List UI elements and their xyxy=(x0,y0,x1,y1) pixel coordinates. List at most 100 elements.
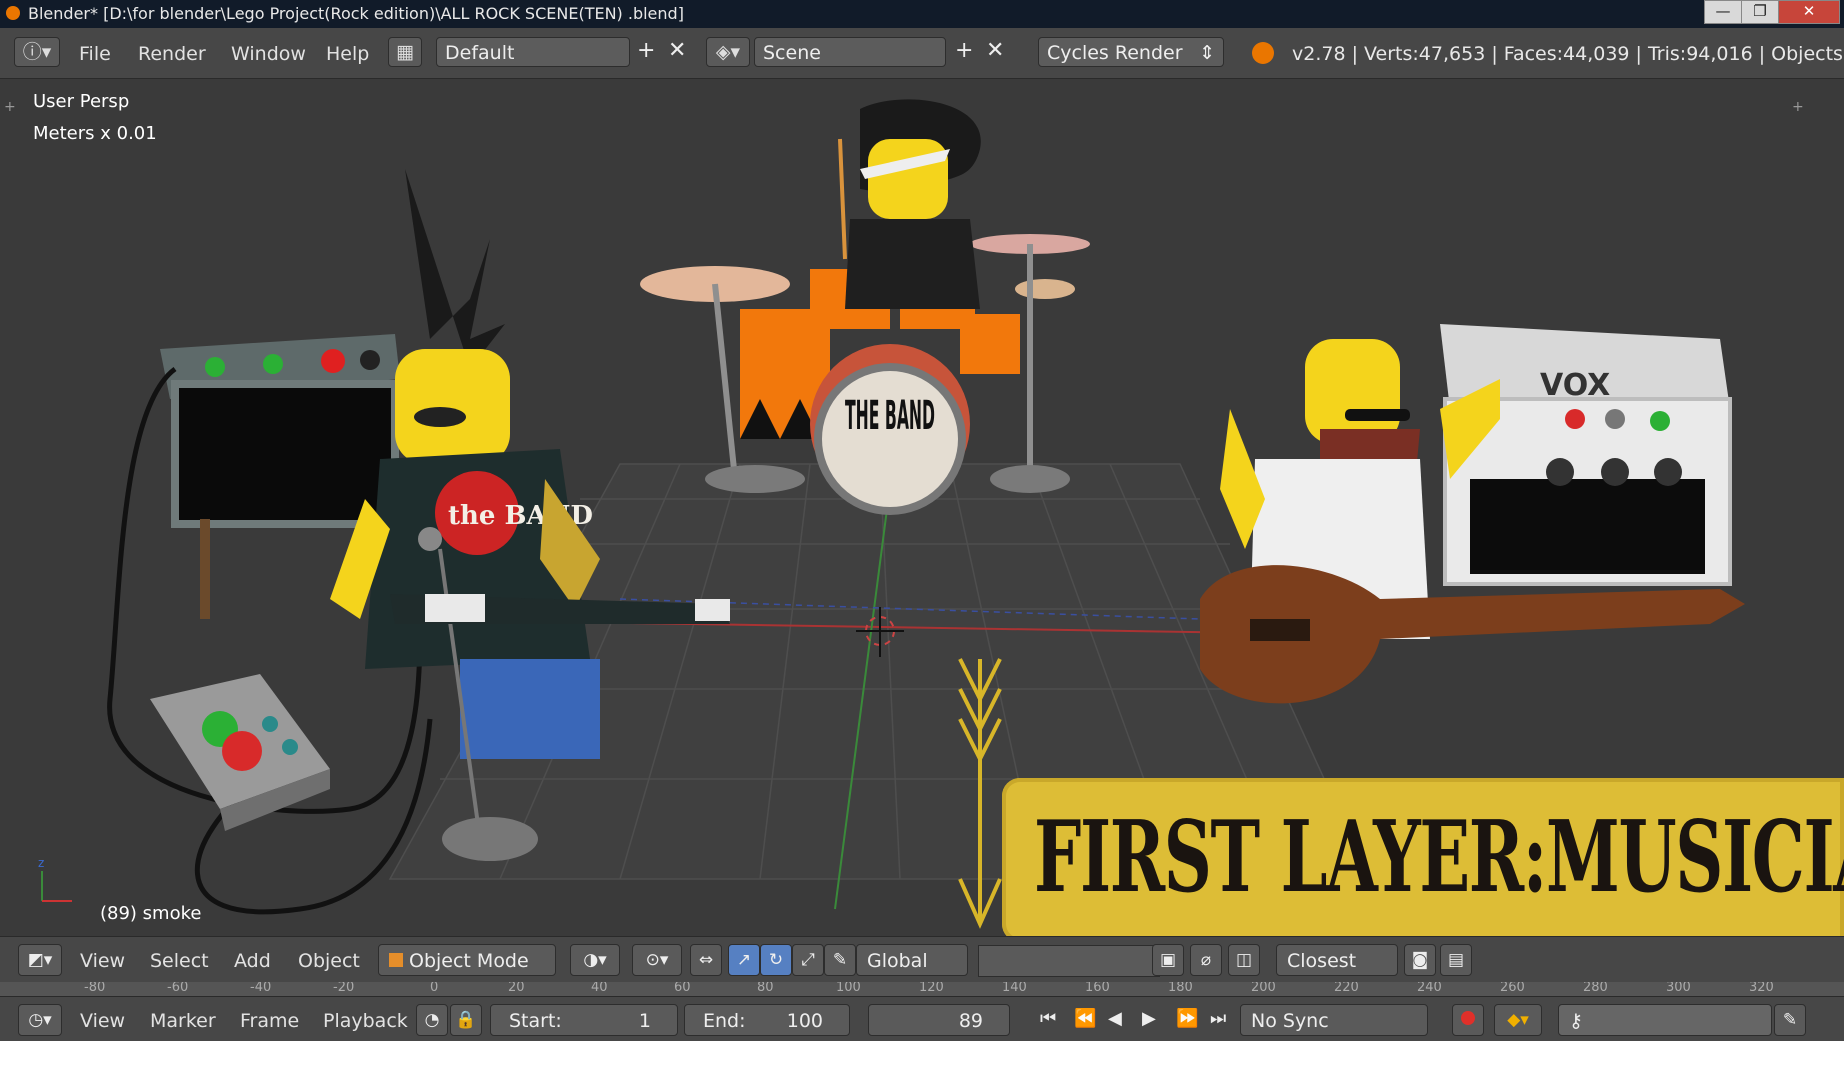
lock-range-icon[interactable]: 🔒 xyxy=(450,1004,482,1036)
object-mode-icon xyxy=(389,953,403,967)
insert-keyframe-icon[interactable]: ✎ xyxy=(1774,1004,1806,1036)
ruler-tick: 300 xyxy=(1666,982,1691,995)
start-frame-field[interactable]: Start: 1 xyxy=(490,1004,678,1036)
manipulator-toggle-icon[interactable]: ⇔ xyxy=(690,944,722,976)
screen-layout-icon[interactable]: ▦ xyxy=(388,37,422,67)
transform-icon[interactable]: ✎ xyxy=(824,944,856,976)
view-name-label: User Persp xyxy=(33,91,130,112)
mode-value: Object Mode xyxy=(409,950,529,972)
keying-set-field[interactable]: ⚷ xyxy=(1558,1004,1772,1036)
close-button[interactable]: ✕ xyxy=(1778,0,1840,24)
banner-text: FIRST LAYER:MUSICIANS xyxy=(1034,800,1844,915)
blender-logo-icon xyxy=(6,6,20,20)
editor-type-icon[interactable]: ◩▾ xyxy=(18,944,62,976)
record-icon[interactable] xyxy=(1452,1004,1484,1036)
ruler-tick: -20 xyxy=(333,982,355,995)
current-frame-value: 89 xyxy=(958,1010,983,1032)
menu-object[interactable]: Object xyxy=(298,950,360,972)
layout-field[interactable]: Default xyxy=(436,37,630,67)
end-frame-label: End: xyxy=(703,1010,746,1032)
keying-set-icon[interactable]: ◆▾ xyxy=(1494,1004,1542,1036)
menu-marker[interactable]: Marker xyxy=(150,1010,216,1032)
rotate-manipulator-icon[interactable]: ↻ xyxy=(760,944,792,976)
blender-logo-icon xyxy=(1252,42,1274,64)
add-layout-icon[interactable]: + xyxy=(637,38,655,63)
ruler-tick: 260 xyxy=(1500,982,1525,995)
svg-text:z: z xyxy=(38,856,44,870)
render-engine-value: Cycles Render xyxy=(1047,42,1183,64)
key-icon: ⚷ xyxy=(1569,1010,1583,1032)
render-camera-icon[interactable]: ◙ xyxy=(1404,944,1436,976)
jump-start-icon[interactable]: ⏮ xyxy=(1040,1008,1056,1029)
viewport-shading-icon[interactable]: ◑▾ xyxy=(570,944,620,976)
preview-range-icon[interactable]: ◔ xyxy=(416,1004,448,1036)
bass-drum-text: THE BAND xyxy=(845,393,935,439)
snap-target-dropdown[interactable]: Closest xyxy=(1276,944,1398,976)
orientation-dropdown[interactable]: Global xyxy=(856,944,968,976)
menu-view[interactable]: View xyxy=(80,1010,125,1032)
3d-viewport[interactable]: the BAND THE BAND VOX z User Persp Meter… xyxy=(0,79,1844,936)
scene-icon[interactable]: ◈▾ xyxy=(706,37,750,67)
window-titlebar: Blender* [D:\for blender\Lego Project(Ro… xyxy=(0,0,1844,28)
jump-keyframe-forward-icon[interactable]: ⏩ xyxy=(1176,1008,1198,1029)
scene-field[interactable]: Scene xyxy=(754,37,946,67)
menu-render[interactable]: Render xyxy=(138,43,206,65)
sync-dropdown[interactable]: No Sync xyxy=(1240,1004,1428,1036)
effects-pedal xyxy=(150,674,330,831)
chevron-updown-icon: ⇕ xyxy=(1199,42,1215,64)
timeline-ruler[interactable]: -80 -60 -40 -20 0 20 40 60 80 100 120 14… xyxy=(0,982,1844,996)
view3d-header: ◩▾ View Select Add Object Object Mode ◑▾… xyxy=(0,936,1844,983)
ruler-tick: 40 xyxy=(591,982,608,995)
properties-toggle-icon[interactable]: + xyxy=(1792,99,1804,115)
ruler-tick: -40 xyxy=(250,982,272,995)
amp-brand-text: VOX xyxy=(1540,368,1610,403)
jump-keyframe-back-icon[interactable]: ⏪ xyxy=(1074,1008,1096,1029)
scene-statistics: v2.78 | Verts:47,653 | Faces:44,039 | Tr… xyxy=(1292,43,1844,65)
axis-gizmo-icon: z xyxy=(38,856,72,902)
layer-lock-icon[interactable]: ▣ xyxy=(1152,944,1184,976)
minimize-button[interactable]: — xyxy=(1704,0,1742,24)
ruler-tick: 240 xyxy=(1417,982,1442,995)
current-frame-field[interactable]: 89 xyxy=(868,1004,1010,1036)
ruler-tick: 180 xyxy=(1168,982,1193,995)
start-frame-label: Start: xyxy=(509,1010,562,1032)
menu-select[interactable]: Select xyxy=(150,950,209,972)
singer-minifig: the BAND xyxy=(330,169,600,861)
scale-manipulator-icon[interactable]: ⤢ xyxy=(792,944,824,976)
end-frame-value: 100 xyxy=(786,1010,823,1032)
end-frame-field[interactable]: End: 100 xyxy=(684,1004,850,1036)
pivot-point-icon[interactable]: ⊙▾ xyxy=(632,944,682,976)
ruler-tick: 140 xyxy=(1002,982,1027,995)
add-scene-icon[interactable]: + xyxy=(955,38,973,63)
menu-view[interactable]: View xyxy=(80,950,125,972)
snap-element-icon[interactable]: ◫ xyxy=(1228,944,1260,976)
play-reverse-icon[interactable]: ◀ xyxy=(1108,1008,1122,1029)
drummer-minifig xyxy=(838,99,981,309)
menu-frame[interactable]: Frame xyxy=(240,1010,299,1032)
play-icon[interactable]: ▶ xyxy=(1142,1008,1156,1029)
start-frame-value: 1 xyxy=(638,1010,651,1032)
remove-scene-icon[interactable]: ✕ xyxy=(986,38,1004,63)
toolshelf-toggle-icon[interactable]: + xyxy=(4,99,16,115)
jump-end-icon[interactable]: ⏭ xyxy=(1210,1008,1226,1029)
ruler-tick: 80 xyxy=(757,982,774,995)
menu-help[interactable]: Help xyxy=(326,43,369,65)
remove-layout-icon[interactable]: ✕ xyxy=(668,38,686,63)
translate-manipulator-icon[interactable]: ↗ xyxy=(728,944,760,976)
ruler-tick: 320 xyxy=(1749,982,1774,995)
info-editor-type-icon[interactable]: ⓘ▾ xyxy=(14,37,60,67)
menu-window[interactable]: Window xyxy=(231,43,306,65)
timeline-editor-icon[interactable]: ◷▾ xyxy=(18,1004,62,1036)
layer-buttons[interactable] xyxy=(978,945,1160,977)
ruler-tick: 280 xyxy=(1583,982,1608,995)
banner-first-layer: FIRST LAYER:MUSICIANS xyxy=(1002,778,1844,936)
menu-file[interactable]: File xyxy=(79,43,111,65)
menu-playback[interactable]: Playback xyxy=(323,1010,408,1032)
render-animation-icon[interactable]: ▤ xyxy=(1440,944,1472,976)
maximize-button[interactable]: ❐ xyxy=(1741,0,1779,24)
mode-dropdown[interactable]: Object Mode xyxy=(378,944,556,976)
render-engine-dropdown[interactable]: Cycles Render ⇕ xyxy=(1038,37,1224,67)
snap-toggle-icon[interactable]: ⌀ xyxy=(1190,944,1222,976)
menu-add[interactable]: Add xyxy=(234,950,271,972)
ruler-tick: 120 xyxy=(919,982,944,995)
